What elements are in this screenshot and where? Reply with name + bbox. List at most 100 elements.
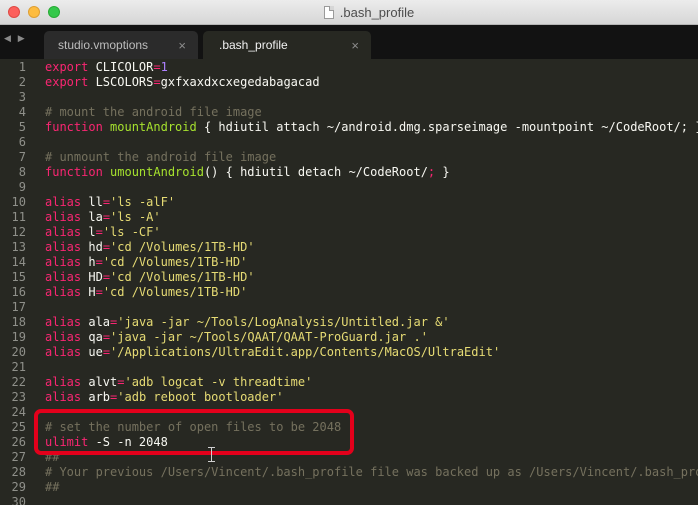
code-line[interactable]: 17 xyxy=(0,300,698,315)
code-token: HD xyxy=(81,270,103,284)
code-text: function mountAndroid { hdiutil attach ~… xyxy=(45,120,698,135)
code-text: alias h='cd /Volumes/1TB-HD' xyxy=(45,255,247,270)
code-text: function umountAndroid() { hdiutil detac… xyxy=(45,165,450,180)
code-line[interactable]: 9 xyxy=(0,180,698,195)
code-line[interactable]: 2 export LSCOLORS=gxfxaxdxcxegedabagacad xyxy=(0,75,698,90)
tab-studio-vmoptions[interactable]: studio.vmoptions × xyxy=(44,31,198,59)
code-text: # unmount the android file image xyxy=(45,150,276,165)
line-number: 20 xyxy=(11,345,26,359)
tab-close-icon[interactable]: × xyxy=(178,38,186,53)
code-token: hd xyxy=(81,240,103,254)
tab-close-icon[interactable]: × xyxy=(351,38,359,53)
code-token: # mount the android file image xyxy=(45,105,262,119)
line-number: 2 xyxy=(18,75,26,89)
code-token: 'java -jar ~/Tools/LogAnalysis/Untitled.… xyxy=(117,315,450,329)
line-number: 7 xyxy=(18,150,26,164)
code-token: h xyxy=(81,255,96,269)
text-cursor-icon xyxy=(208,447,216,462)
code-token: # Your previous /Users/Vincent/.bash_pro… xyxy=(45,465,698,479)
code-token: export xyxy=(45,75,89,89)
code-token: function xyxy=(45,165,103,179)
code-line[interactable]: 16 alias H='cd /Volumes/1TB-HD' xyxy=(0,285,698,300)
code-text: ## xyxy=(45,480,59,495)
code-token: alias xyxy=(45,195,82,209)
code-token: alias xyxy=(45,285,82,299)
line-number: 19 xyxy=(11,330,26,344)
code-line[interactable]: 30 xyxy=(0,495,698,505)
code-line[interactable]: 6 xyxy=(0,135,698,150)
code-token: alias xyxy=(45,255,82,269)
code-token: = xyxy=(102,210,111,224)
line-number: 16 xyxy=(11,285,26,299)
code-token: umountAndroid xyxy=(102,165,204,179)
line-number: 13 xyxy=(11,240,26,254)
code-text: alias qa='java -jar ~/Tools/QAAT/QAAT-Pr… xyxy=(45,330,428,345)
line-number: 6 xyxy=(18,135,26,149)
line-number: 17 xyxy=(11,300,26,314)
code-line[interactable]: 20 alias ue='/Applications/UltraEdit.app/… xyxy=(0,345,698,360)
code-token: # unmount the android file image xyxy=(45,150,277,164)
line-number: 1 xyxy=(18,60,26,74)
code-line[interactable]: 8 function umountAndroid() { hdiutil deta… xyxy=(0,165,698,180)
close-window-button[interactable] xyxy=(8,6,20,18)
code-token: mountAndroid xyxy=(102,120,197,134)
minimize-window-button[interactable] xyxy=(28,6,40,18)
line-number: 28 xyxy=(11,465,26,479)
code-token: H xyxy=(81,285,96,299)
code-token: = xyxy=(102,345,111,359)
code-token: ll xyxy=(81,195,103,209)
code-token: () { hdiutil detach ~/CodeRoot/ xyxy=(203,165,428,179)
line-number: 12 xyxy=(11,225,26,239)
code-token: ala xyxy=(81,315,111,329)
code-line[interactable]: 12 alias l='ls -CF' xyxy=(0,225,698,240)
code-token: 1 xyxy=(160,60,168,74)
code-text: alias l='ls -CF' xyxy=(45,225,161,240)
tab-nav-arrows-icon[interactable]: ◀ ▶ xyxy=(4,34,27,44)
code-line[interactable]: 14 alias h='cd /Volumes/1TB-HD' xyxy=(0,255,698,270)
window-title: .bash_profile xyxy=(339,5,415,20)
line-number: 21 xyxy=(11,360,26,374)
code-token: export xyxy=(45,60,89,74)
code-line[interactable]: 7 # unmount the android file image xyxy=(0,150,698,165)
title-bar: .bash_profile xyxy=(0,0,698,25)
code-line[interactable]: 23 alias arb='adb reboot bootloader' xyxy=(0,390,698,405)
code-text: alias la='ls -A' xyxy=(45,210,161,225)
code-text: alias hd='cd /Volumes/1TB-HD' xyxy=(45,240,255,255)
code-line[interactable]: 1 export CLICOLOR=1 xyxy=(0,60,698,75)
code-line[interactable]: 3 xyxy=(0,90,698,105)
code-line[interactable]: 21 xyxy=(0,360,698,375)
code-line[interactable]: 18 alias ala='java -jar ~/Tools/LogAnalys… xyxy=(0,315,698,330)
code-line[interactable]: 10 alias ll='ls -alF' xyxy=(0,195,698,210)
code-token: 'ls -CF' xyxy=(102,225,161,239)
code-line[interactable]: 11 alias la='ls -A' xyxy=(0,210,698,225)
code-line[interactable]: 29 ## xyxy=(0,480,698,495)
line-number: 25 xyxy=(11,420,26,434)
code-line[interactable]: 28 # Your previous /Users/Vincent/.bash_p… xyxy=(0,465,698,480)
code-line[interactable]: 15 alias HD='cd /Volumes/1TB-HD' xyxy=(0,270,698,285)
code-token: = xyxy=(102,330,111,344)
code-line[interactable]: 4 # mount the android file image xyxy=(0,105,698,120)
code-token: = xyxy=(95,285,103,299)
line-number: 10 xyxy=(11,195,26,209)
line-number: 18 xyxy=(11,315,26,329)
code-token: 'adb reboot bootloader' xyxy=(117,390,284,404)
code-token: qa xyxy=(81,330,103,344)
code-token: = xyxy=(102,195,111,209)
code-token: alias xyxy=(45,345,82,359)
line-number: 11 xyxy=(11,210,26,224)
tab-bash-profile[interactable]: .bash_profile × xyxy=(203,31,371,59)
code-token: = xyxy=(102,270,111,284)
editor-window: .bash_profile ◀ ▶ studio.vmoptions × .ba… xyxy=(0,0,698,505)
line-number: 24 xyxy=(11,405,26,419)
line-number: 8 xyxy=(18,165,26,179)
code-token: = xyxy=(153,75,161,89)
code-token: la xyxy=(81,210,103,224)
code-token: arb xyxy=(81,390,111,404)
code-line[interactable]: 19 alias qa='java -jar ~/Tools/QAAT/QAAT-… xyxy=(0,330,698,345)
code-token: l xyxy=(81,225,96,239)
code-line[interactable]: 13 alias hd='cd /Volumes/1TB-HD' xyxy=(0,240,698,255)
code-token: ue xyxy=(81,345,103,359)
code-line[interactable]: 5 function mountAndroid { hdiutil attach … xyxy=(0,120,698,135)
code-token: 'ls -alF' xyxy=(110,195,176,209)
code-line[interactable]: 22 alias alvt='adb logcat -v threadtime' xyxy=(0,375,698,390)
